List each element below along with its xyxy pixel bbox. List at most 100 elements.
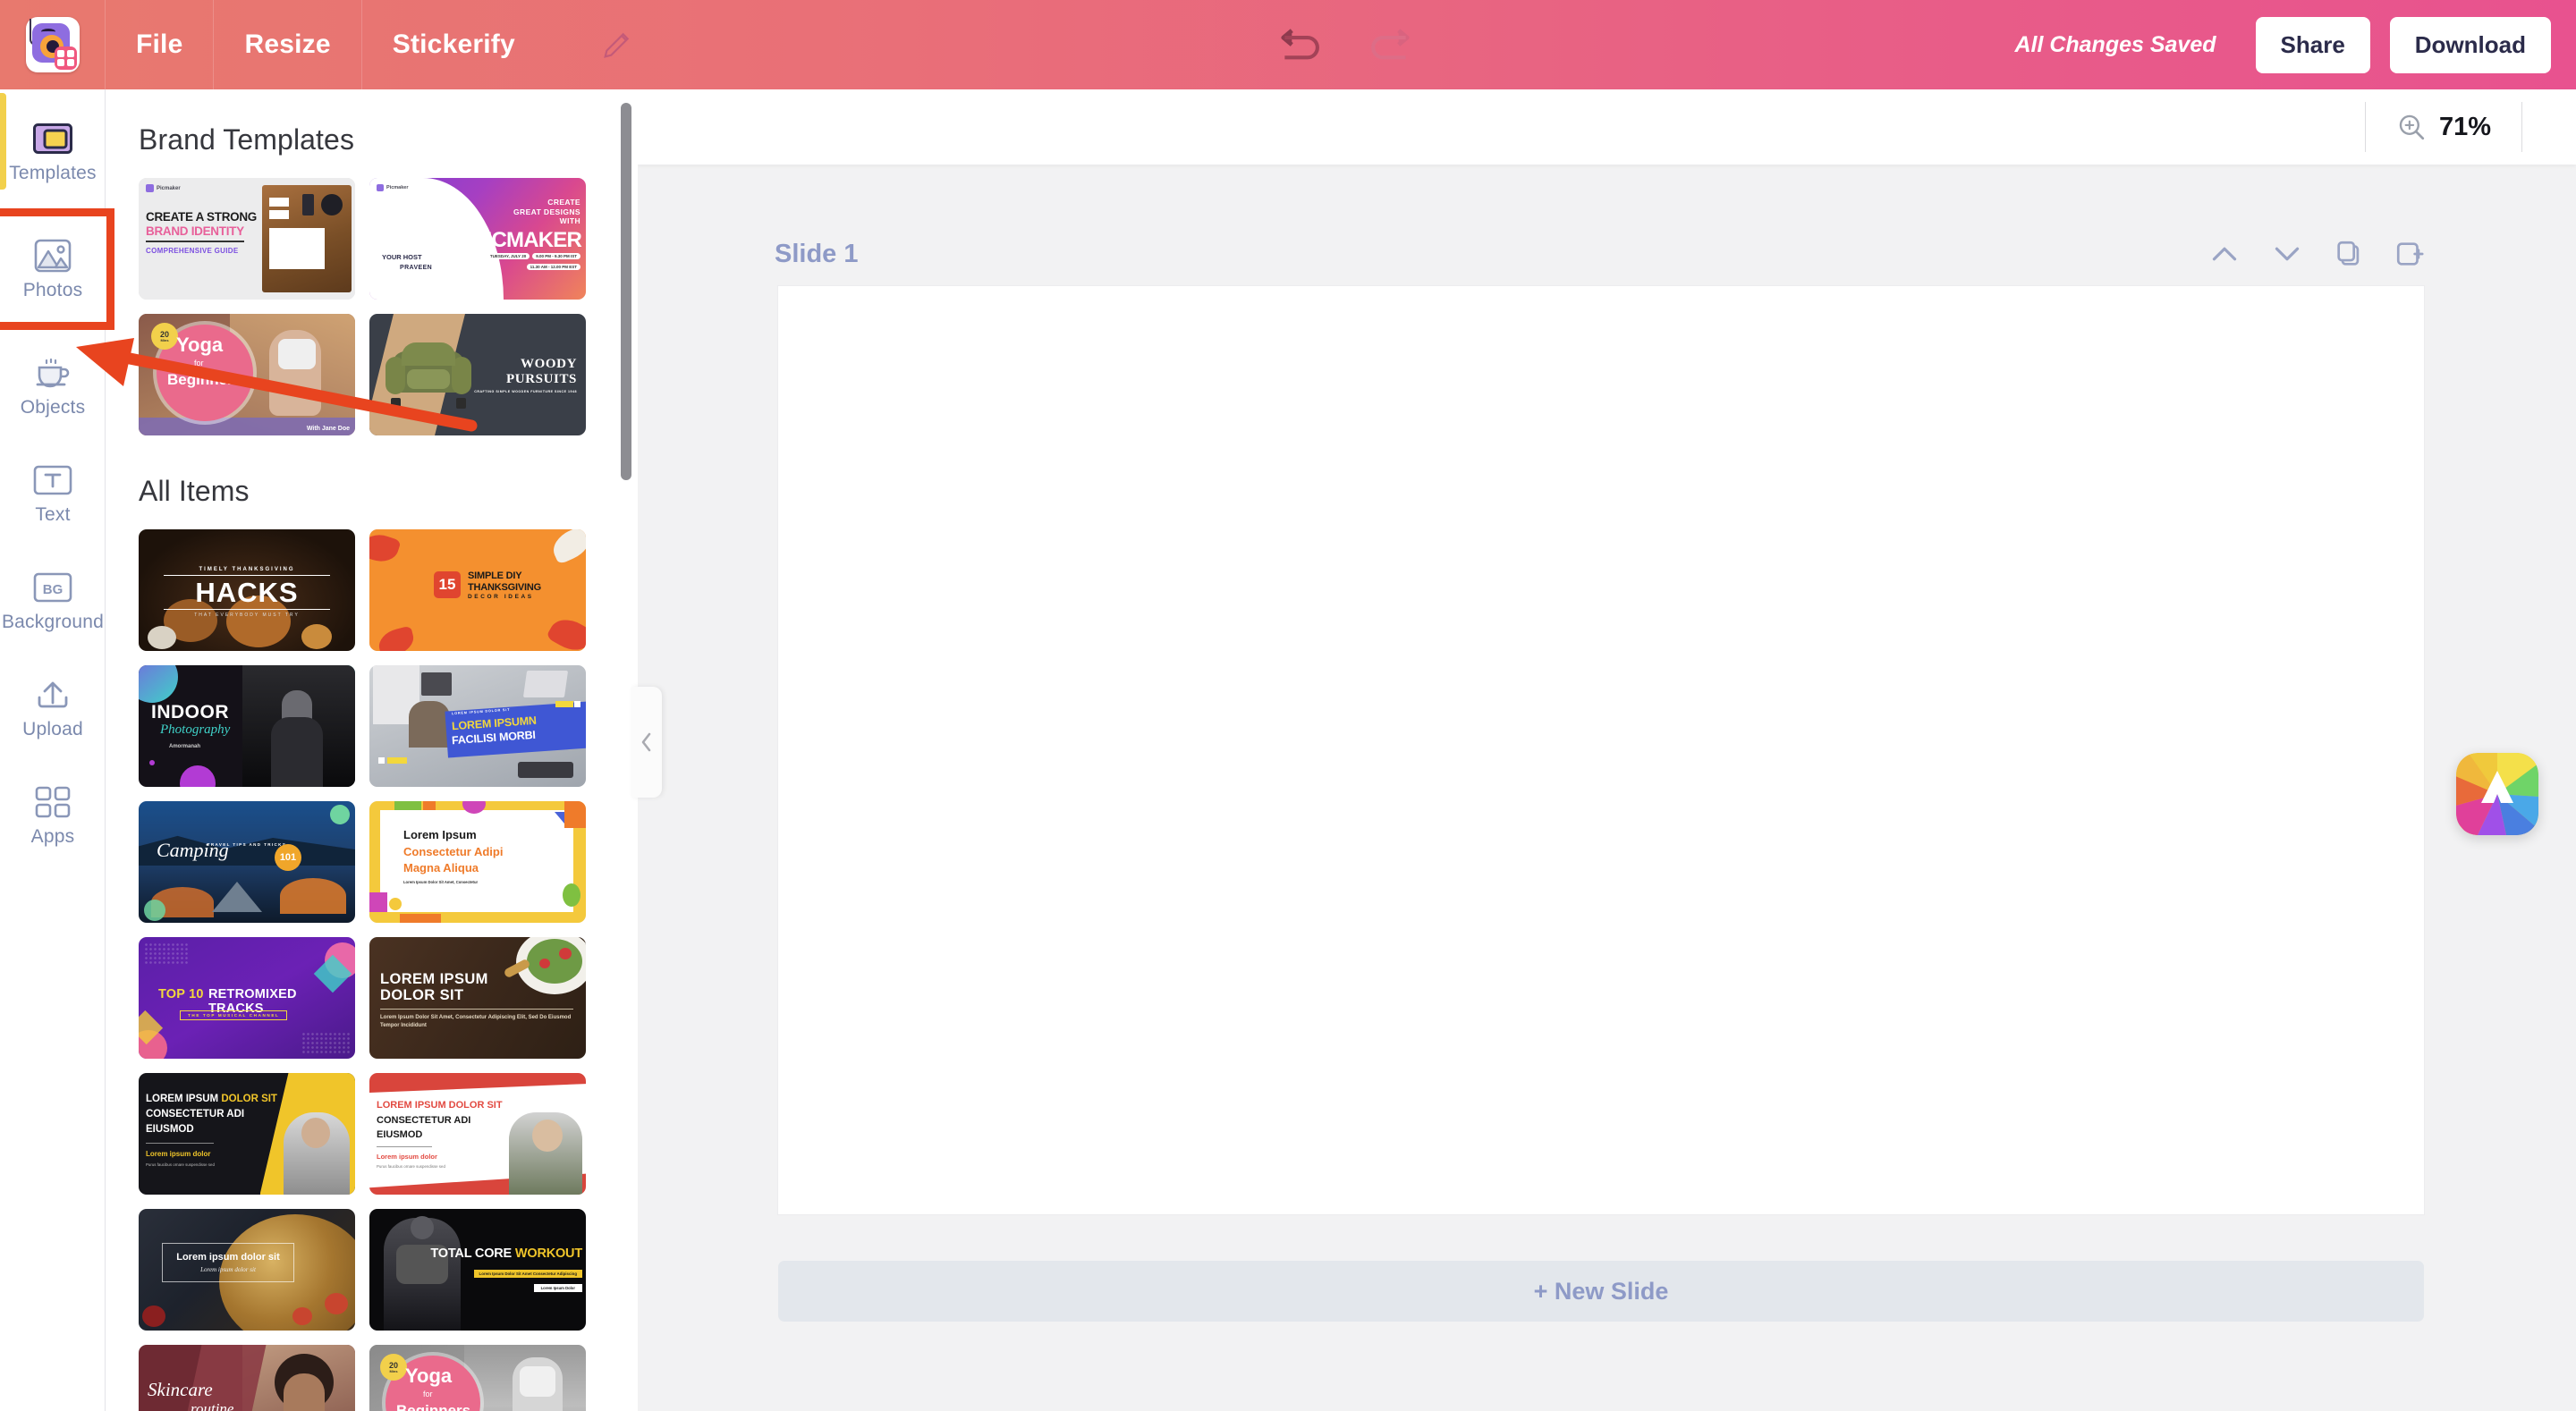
thumb-title: PICMAKER xyxy=(472,228,581,252)
thumb-line2: Lorem ipsum dolor sit xyxy=(200,1266,256,1273)
sidebar-item-apps-label: Apps xyxy=(30,826,75,847)
template-thumb-retromixed-tracks[interactable]: TOP 10 RETROMIXED TRACKS THE TOP MUSICAL… xyxy=(139,937,355,1059)
download-button[interactable]: Download xyxy=(2389,16,2551,73)
undo-button[interactable] xyxy=(1279,25,1327,64)
add-slide-button[interactable] xyxy=(2394,239,2425,269)
left-tool-rail: Templates Photos Objects Text BG Backgro… xyxy=(0,89,114,1411)
svg-text:BG: BG xyxy=(43,582,64,597)
add-slide-icon xyxy=(2396,242,2424,266)
sidebar-item-apps[interactable]: Apps xyxy=(0,771,106,860)
thumb-line1: Lorem Ipsum xyxy=(403,828,477,841)
thumb-line2: BRAND IDENTITY xyxy=(146,224,244,238)
move-slide-up-button[interactable] xyxy=(2208,242,2241,266)
templates-icon xyxy=(32,120,73,157)
menu-item-file[interactable]: File xyxy=(106,0,215,89)
thumb-line4: Lorem ipsum dolor xyxy=(377,1153,437,1161)
menu-item-file-label: File xyxy=(136,30,183,59)
thumb-line2: GREAT DESIGNS xyxy=(513,207,580,216)
chevron-up-icon xyxy=(2212,247,2237,261)
template-thumb-consectetur-adipi[interactable]: Lorem Ipsum Consectetur Adipi Magna Aliq… xyxy=(369,801,586,923)
thumb-line3: Lorem Ipsum Dolor xyxy=(533,1284,582,1292)
thumb-line3: Magna Aliqua xyxy=(403,861,479,874)
thumb-line5: Purus faucibus ornare suspendisse sed xyxy=(377,1164,445,1169)
template-thumb-lorem-dolor-food[interactable]: LOREM IPSUM DOLOR SIT Lorem Ipsum Dolor … xyxy=(369,937,586,1059)
template-thumb-camping-101[interactable]: TRAVEL TIPS AND TRICKS Camping 101 xyxy=(139,801,355,923)
thumb-line3: WITH xyxy=(559,216,580,226)
sidebar-item-photos-label: Photos xyxy=(22,280,83,300)
thumb-time2: 11.30 AM - 12.00 PM EST xyxy=(526,264,580,270)
menu-item-stickerify[interactable]: Stickerify xyxy=(362,0,546,89)
rainbow-m-app-icon[interactable] xyxy=(2456,753,2538,835)
thumb-line1: SIMPLE DIY xyxy=(468,570,522,581)
zoom-control[interactable]: 71% xyxy=(2364,102,2522,152)
thumb-line3: COMPREHENSIVE GUIDE xyxy=(146,247,239,255)
thumb-line3: THE TOP MUSICAL CHANNEL xyxy=(180,1010,288,1020)
sidebar-item-background[interactable]: BG Background xyxy=(0,556,106,646)
thumb-line1b: WORKOUT xyxy=(514,1246,582,1261)
template-thumb-indoor-photography[interactable]: INDOOR Photography Amormanah xyxy=(139,665,355,787)
picmaker-logo-icon xyxy=(25,17,80,72)
template-thumb-diy-thanksgiving[interactable]: 15 SIMPLE DIY THANKSGIVING DECOR IDEAS xyxy=(369,529,586,651)
template-thumb-woody-pursuits[interactable]: WOODY PURSUITS CRAFTING SIMPLE WOODEN FU… xyxy=(369,314,586,435)
sidebar-item-text[interactable]: Text xyxy=(0,449,106,538)
template-thumb-total-core-workout[interactable]: TOTAL CORE WORKOUT Lorem Ipsum Dolor Sit… xyxy=(369,1209,586,1331)
bg-icon: BG xyxy=(32,569,73,606)
template-thumb-yoga-beginners[interactable]: 20 Mins Yoga for Beginners With Jane Doe xyxy=(139,314,355,435)
thumb-line1: LOREM IPSUM xyxy=(380,971,488,987)
collapse-panel-button[interactable] xyxy=(631,687,662,798)
thumb-date: TUESDAY, JULY 20 xyxy=(486,253,530,259)
zoom-toolbar: 71% xyxy=(638,89,2576,165)
template-thumb-brand-identity[interactable]: Picmaker CREATE A STRONG BRAND IDENTITY … xyxy=(139,178,355,300)
template-thumb-facilisi-morbi[interactable]: LOREM IPSUM DOLOR SIT LOREM IPSUMN FACIL… xyxy=(369,665,586,787)
template-thumb-speaker-dark[interactable]: LOREM IPSUM DOLOR SIT CONSECTETUR ADI EI… xyxy=(139,1073,355,1195)
sidebar-item-templates[interactable]: Templates xyxy=(0,93,106,197)
thumb-line5: Purus faucibus ornare suspendisse sed xyxy=(146,1162,215,1167)
sidebar-item-upload-label: Upload xyxy=(22,719,83,739)
thumb-line2: for xyxy=(423,1390,433,1398)
text-box-icon xyxy=(32,461,73,499)
undo-arrow-icon xyxy=(1281,29,1319,60)
templates-panel: Brand Templates Picmaker CREATE A STRONG… xyxy=(106,89,638,1411)
template-thumb-yoga-beginners-2[interactable]: 20 Mins Yoga for Beginners xyxy=(369,1345,586,1411)
sidebar-item-photos[interactable]: Photos xyxy=(0,208,114,330)
share-button[interactable]: Share xyxy=(2255,16,2370,73)
thumb-line2: PURSUITS xyxy=(506,372,577,386)
grid-apps-icon xyxy=(32,783,73,821)
thumb-line2: Lorem Ipsum Dolor Sit Amet Consectetur A… xyxy=(473,1270,582,1278)
thumb-line2: for xyxy=(194,359,204,368)
menu-item-resize[interactable]: Resize xyxy=(214,0,362,89)
redo-arrow-icon xyxy=(1371,29,1410,60)
brand-templates-grid: Picmaker CREATE A STRONG BRAND IDENTITY … xyxy=(139,178,638,435)
chevron-down-icon xyxy=(2275,247,2300,261)
new-slide-label: + New Slide xyxy=(1533,1277,1669,1305)
template-thumb-speaker-red[interactable]: LOREM IPSUM DOLOR SIT CONSECTETUR ADI EI… xyxy=(369,1073,586,1195)
sidebar-item-upload[interactable]: Upload xyxy=(0,663,106,753)
sidebar-item-text-label: Text xyxy=(35,504,71,525)
sidebar-item-objects[interactable]: Objects xyxy=(0,342,106,431)
template-thumb-skincare-routine[interactable]: Skincare routine Lorem ipsum dolor sit a… xyxy=(139,1345,355,1411)
picmaker-editor-app: File Resize Stickerify All Changes Saved… xyxy=(0,0,2576,1411)
menu-item-stickerify-label: Stickerify xyxy=(392,30,515,59)
header-right-actions: All Changes Saved Share Download xyxy=(2014,0,2551,89)
thumb-line3: Beginners xyxy=(396,1402,471,1411)
redo-button[interactable] xyxy=(1363,25,1411,64)
templates-panel-scrollbar[interactable] xyxy=(621,103,631,480)
slide-canvas[interactable] xyxy=(778,286,2424,1214)
thumb-line2: CONSECTETUR ADI xyxy=(146,1109,245,1120)
rename-design-button[interactable] xyxy=(599,27,635,63)
new-slide-button[interactable]: + New Slide xyxy=(778,1261,2424,1322)
top-header-bar: File Resize Stickerify All Changes Saved… xyxy=(0,0,2576,89)
thumb-number: 15 xyxy=(434,571,461,598)
all-items-grid: TIMELY THANKSGIVING HACKS THAT EVERYBODY… xyxy=(139,529,638,1411)
thumb-line1b: DOLOR SIT xyxy=(221,1094,277,1104)
template-thumb-picmaker-webinar[interactable]: Picmaker CREATE GREAT DESIGNS WITH PICMA… xyxy=(369,178,586,300)
template-thumb-food-lorem[interactable]: Lorem ipsum dolor sit Lorem ipsum dolor … xyxy=(139,1209,355,1331)
thumb-line1: Camping xyxy=(157,839,229,861)
picmaker-logo-button[interactable] xyxy=(0,0,106,89)
template-thumb-thanksgiving-hacks[interactable]: TIMELY THANKSGIVING HACKS THAT EVERYBODY… xyxy=(139,529,355,651)
zoom-value: 71% xyxy=(2438,112,2491,141)
move-slide-down-button[interactable] xyxy=(2271,242,2303,266)
thumb-line1: TIMELY THANKSGIVING xyxy=(199,567,295,572)
thumb-host-label: YOUR HOST xyxy=(382,253,422,261)
duplicate-slide-button[interactable] xyxy=(2334,239,2364,269)
